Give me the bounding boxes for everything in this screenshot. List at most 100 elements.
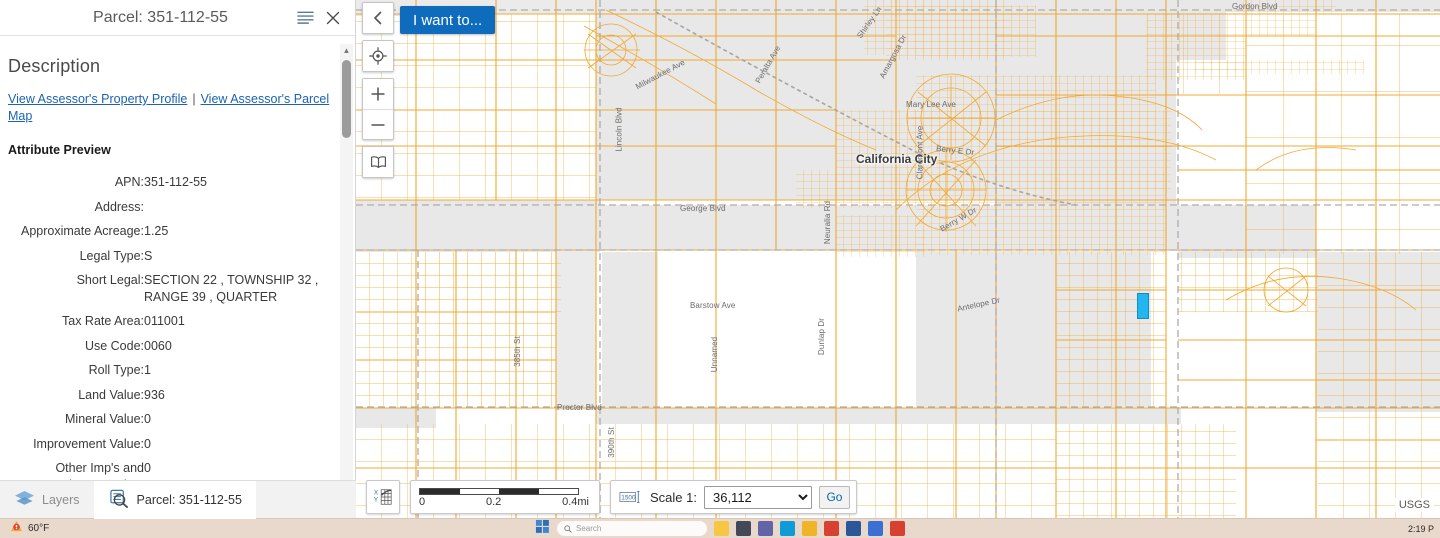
- dock-item-layers[interactable]: Layers: [0, 481, 94, 519]
- taskbar-center: Search: [535, 519, 905, 538]
- attribute-row: Land Value: 936: [8, 387, 343, 412]
- scale-tick-2: 0.4mi: [562, 496, 589, 508]
- zoom-tool-group: [362, 78, 394, 140]
- map-tool-strip: [362, 2, 394, 178]
- calendar-icon[interactable]: [890, 521, 905, 536]
- scale-bar: 0 0.2 0.4mi: [410, 480, 600, 514]
- attribute-search-icon: [108, 489, 130, 511]
- attribute-row: Roll Type: 1: [8, 362, 343, 387]
- teams-icon[interactable]: [758, 521, 773, 536]
- attribute-key: Mineral Value:: [65, 412, 144, 426]
- attribute-row: Tax Rate Area: 011001: [8, 313, 343, 338]
- app-root: California City Gordon Blvd Milwaukee Ave…: [0, 0, 1440, 538]
- chevron-left-icon[interactable]: [363, 3, 393, 33]
- weather-alert-icon: [10, 520, 23, 538]
- taskbar-search-placeholder: Search: [576, 524, 602, 533]
- scale-select[interactable]: 36,11218,05672,224144,448: [703, 485, 812, 509]
- xy-coordinate-icon[interactable]: X Y: [366, 480, 400, 514]
- attribute-value: SECTION 22 , TOWNSHIP 32 , RANGE 39 , QU…: [144, 273, 319, 304]
- back-tool-group: [362, 2, 394, 34]
- dock-item-parcel[interactable]: Parcel: 351-112-55: [93, 480, 256, 519]
- open-book-icon[interactable]: [363, 147, 393, 177]
- scale-tick-1: 0.2: [485, 496, 502, 508]
- map-viewport[interactable]: California City Gordon Blvd Milwaukee Ave…: [356, 0, 1440, 518]
- go-button[interactable]: Go: [818, 485, 850, 509]
- word-icon[interactable]: [846, 521, 861, 536]
- dock-layers-label: Layers: [42, 492, 80, 507]
- panel-title: Parcel: 351-112-55: [93, 8, 228, 26]
- close-icon[interactable]: [319, 4, 347, 32]
- selected-parcel-highlight[interactable]: [1137, 293, 1149, 319]
- link-separator: |: [192, 92, 196, 106]
- panel-body[interactable]: Description View Assessor's Property Pro…: [0, 36, 355, 518]
- attribute-value: 936: [144, 387, 165, 402]
- attribute-key: APN:: [114, 175, 144, 189]
- svg-text:Y: Y: [374, 497, 379, 504]
- attribute-key: Tax Rate Area:: [62, 314, 144, 328]
- attribute-key: Use Code:: [84, 338, 144, 353]
- attribute-value: 1.25: [144, 224, 169, 238]
- taskbar-app-icons: [714, 521, 905, 536]
- minus-icon[interactable]: [363, 109, 393, 139]
- attribute-row: Short Legal: SECTION 22 , TOWNSHIP 32 , R…: [8, 272, 343, 313]
- scale-input-widget: 1500 Scale 1: 36,11218,05672,224144,448 …: [610, 480, 857, 514]
- attribute-row: Improvement Value: 0: [8, 436, 343, 461]
- attribute-value: 1: [144, 363, 151, 377]
- attribute-key: Land Value:: [78, 387, 144, 402]
- attribute-value: 351-112-55: [144, 175, 208, 189]
- attribute-table: APN: 351-112-55 Address: Approximate Acreag…: [8, 174, 343, 518]
- weather-widget[interactable]: 60°F: [0, 520, 49, 538]
- scale-tick-0: 0: [419, 496, 426, 508]
- chrome-icon[interactable]: [824, 521, 839, 536]
- store-icon[interactable]: [868, 521, 883, 536]
- parcel-detail-panel: Parcel: 351-112-55 Description View Asse…: [0, 0, 356, 518]
- map-canvas[interactable]: [356, 0, 1440, 518]
- task-view-icon[interactable]: [736, 521, 751, 536]
- description-heading: Description: [8, 56, 101, 76]
- plus-icon[interactable]: [363, 79, 393, 109]
- locate-crosshair-icon[interactable]: [363, 41, 393, 71]
- panel-scrollbar[interactable]: ▲ ▼: [340, 44, 353, 512]
- bottom-dock: Layers Parcel: 351-112-55: [0, 480, 356, 519]
- svg-text:1500: 1500: [621, 495, 636, 502]
- attribute-value: S: [144, 248, 153, 263]
- layers-stack-icon: [14, 490, 35, 510]
- folder-icon[interactable]: [802, 521, 817, 536]
- panel-header: Parcel: 351-112-55: [0, 0, 355, 36]
- attribute-key: Short Legal:: [76, 273, 144, 287]
- attribute-row: Approximate Acreage: 1.25: [8, 223, 343, 248]
- attribute-key: Roll Type:: [88, 363, 144, 377]
- hamburger-list-icon[interactable]: [291, 4, 319, 32]
- attribute-value: 0: [144, 412, 151, 426]
- weather-temperature: 60°F: [28, 523, 50, 534]
- attribute-value: 0060: [144, 338, 172, 353]
- attribute-row: Address:: [8, 199, 343, 224]
- assessor-links: View Assessor's Property Profile | View As…: [8, 91, 343, 125]
- i-want-to-button[interactable]: I want to...: [400, 6, 496, 34]
- attribute-preview-heading: Attribute Preview: [8, 143, 111, 157]
- attribute-key: Approximate Acreage:: [21, 224, 144, 238]
- file-explorer-icon[interactable]: [714, 521, 729, 536]
- windows-start-icon[interactable]: [535, 519, 550, 538]
- scrollbar-thumb[interactable]: [342, 60, 351, 138]
- attribute-key: Address:: [94, 199, 144, 214]
- scroll-up-arrow[interactable]: ▲: [340, 44, 353, 57]
- edge-icon[interactable]: [780, 521, 795, 536]
- view-property-profile-link[interactable]: View Assessor's Property Profile: [8, 92, 187, 106]
- attribute-key: Improvement Value:: [33, 436, 144, 451]
- taskbar-clock: 2:19 P: [1407, 523, 1434, 534]
- attribute-key: Legal Type:: [79, 248, 144, 263]
- attribute-row: Legal Type: S: [8, 248, 343, 273]
- scale-label: Scale 1:: [650, 489, 697, 505]
- attribute-row: Use Code: 0060: [8, 338, 343, 363]
- scale-ruler-icon: 1500: [617, 489, 643, 505]
- scale-widget-row: X Y 0 0.2 0.4mi 1500 Scale 1: 36,112 Go: [366, 480, 857, 514]
- taskbar-search-box[interactable]: Search: [557, 521, 707, 536]
- windows-taskbar: 60°F Search 2:19 P: [0, 518, 1440, 538]
- locate-tool-group: [362, 40, 394, 72]
- scale-bar-ticks: 0 0.2 0.4mi: [419, 496, 589, 508]
- attribute-value: 0: [144, 436, 151, 451]
- attribute-value: 011001: [144, 314, 185, 328]
- map-attribution: USGS: [1394, 498, 1434, 512]
- bookmark-tool-group: [362, 146, 394, 178]
